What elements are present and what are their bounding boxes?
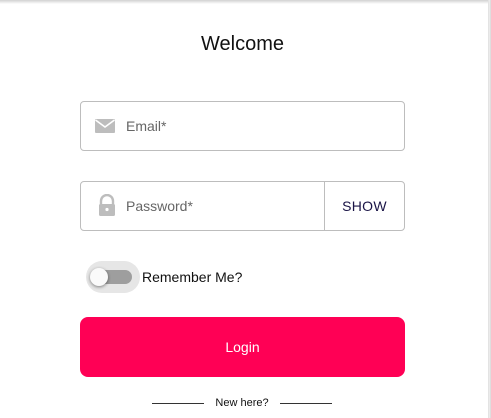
login-button[interactable]: Login bbox=[80, 317, 405, 377]
toggle-knob[interactable] bbox=[90, 268, 108, 286]
divider-line-right bbox=[279, 402, 332, 404]
email-field[interactable] bbox=[80, 101, 405, 151]
new-here-divider: New here? bbox=[152, 394, 332, 412]
new-here-text: New here? bbox=[215, 397, 269, 409]
password-input[interactable] bbox=[126, 182, 316, 230]
remember-me-label[interactable]: Remember Me? bbox=[142, 269, 242, 285]
email-input[interactable] bbox=[126, 102, 396, 150]
login-page: Welcome SHOW Remember Me? Login bbox=[0, 0, 491, 418]
envelope-icon bbox=[94, 116, 116, 136]
remember-me-toggle[interactable] bbox=[86, 261, 140, 293]
show-password-button[interactable]: SHOW bbox=[324, 182, 404, 230]
divider-line-left bbox=[152, 402, 204, 404]
lock-icon bbox=[94, 194, 116, 216]
password-field[interactable]: SHOW bbox=[80, 181, 405, 231]
remember-me-row: Remember Me? bbox=[86, 261, 242, 293]
top-shadow bbox=[0, 0, 491, 4]
page-title: Welcome bbox=[201, 33, 284, 55]
